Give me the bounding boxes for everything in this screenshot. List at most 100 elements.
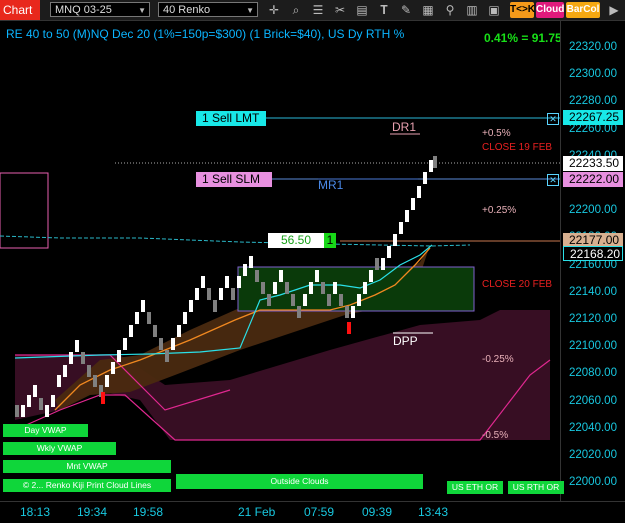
- renko-brick: [381, 258, 385, 270]
- renko-brick: [357, 294, 361, 306]
- renko-brick: [101, 392, 105, 404]
- renko-brick: [309, 282, 313, 294]
- sell-slm-order[interactable]: 1 Sell SLM: [196, 172, 272, 187]
- time-label: 21 Feb: [238, 505, 276, 519]
- renko-brick: [363, 282, 367, 294]
- renko-brick: [207, 288, 211, 300]
- renko-brick: [255, 270, 259, 282]
- renko-brick: [291, 294, 295, 306]
- renko-brick: [165, 350, 169, 362]
- renko-brick: [351, 306, 355, 318]
- renko-brick: [201, 276, 205, 288]
- us-eth-or-button[interactable]: US ETH OR: [447, 481, 503, 494]
- renko-brick: [411, 198, 415, 210]
- renko-brick: [105, 375, 109, 387]
- close-19-feb-label: CLOSE 19 FEB: [482, 142, 553, 153]
- wkly-vwap-button[interactable]: Wkly VWAP: [3, 442, 116, 455]
- renko-brick: [39, 398, 43, 410]
- renko-brick: [333, 282, 337, 294]
- dpp-label: DPP: [393, 334, 418, 348]
- renko-brick: [117, 350, 121, 362]
- price-axis-label: 22020.00: [569, 449, 617, 461]
- renko-brick: [135, 312, 139, 324]
- renko-brick: [321, 282, 325, 294]
- renko-brick: [347, 322, 351, 334]
- renko-brick: [177, 325, 181, 337]
- close-order-icon[interactable]: ✕: [547, 174, 559, 186]
- print-cloud-lines-button[interactable]: © 2... Renko Kiji Print Cloud Lines: [3, 479, 171, 492]
- renko-brick: [231, 288, 235, 300]
- sell-lmt-price-tag: 22267.25: [563, 110, 623, 125]
- renko-brick: [423, 172, 427, 184]
- renko-brick: [267, 294, 271, 306]
- plus-quarter-pct-label: +0.25%: [482, 205, 517, 216]
- time-label: 09:39: [362, 505, 393, 519]
- renko-brick: [147, 312, 151, 324]
- price-axis-label: 22300.00: [569, 68, 617, 81]
- renko-brick: [219, 288, 223, 300]
- renko-brick: [129, 325, 133, 337]
- renko-brick: [141, 300, 145, 312]
- price-axis-label: 22000.00: [569, 476, 617, 489]
- renko-brick: [297, 306, 301, 318]
- price-axis-label: 22120.00: [569, 313, 617, 325]
- renko-brick: [15, 405, 19, 417]
- renko-brick: [75, 340, 79, 352]
- renko-brick: [339, 294, 343, 306]
- mr1-label: MR1: [318, 178, 344, 192]
- price-axis-label: 22060.00: [569, 394, 617, 407]
- outside-clouds-button[interactable]: Outside Clouds: [176, 474, 423, 489]
- price-axis-label: 22100.00: [569, 340, 617, 353]
- us-rth-or-button[interactable]: US RTH OR: [508, 481, 564, 494]
- price-axis-label: 22040.00: [569, 421, 617, 434]
- renko-brick: [327, 294, 331, 306]
- current-price-tag: 22233.50: [563, 156, 623, 171]
- renko-brick: [433, 156, 437, 168]
- mnt-vwap-button[interactable]: Mnt VWAP: [3, 460, 171, 473]
- dr1-label: DR1: [392, 120, 417, 134]
- time-label: 19:58: [133, 505, 164, 519]
- minus-half-pct-label: -0.5%: [482, 430, 509, 441]
- sell-lmt-order[interactable]: 1 Sell LMT: [196, 111, 266, 126]
- time-label: 13:43: [418, 505, 449, 519]
- day-vwap-button[interactable]: Day VWAP: [3, 424, 88, 437]
- price-axis-label: 22140.00: [569, 285, 617, 298]
- renko-brick: [159, 338, 163, 350]
- renko-brick: [303, 294, 307, 306]
- renko-brick: [45, 405, 49, 417]
- time-label: 19:34: [77, 505, 108, 519]
- renko-brick: [243, 264, 247, 276]
- time-label: 18:13: [20, 505, 51, 519]
- renko-brick: [93, 375, 97, 387]
- renko-brick: [81, 352, 85, 364]
- renko-brick: [285, 282, 289, 294]
- close-order-icon[interactable]: ✕: [547, 113, 559, 125]
- renko-brick: [21, 405, 25, 417]
- renko-brick: [57, 375, 61, 387]
- renko-brick: [315, 270, 319, 282]
- renko-brick: [51, 395, 55, 407]
- renko-brick: [399, 222, 403, 234]
- pnl-value: 56.50: [268, 233, 324, 248]
- position-qty: 1: [324, 233, 336, 248]
- renko-brick: [345, 306, 349, 318]
- renko-brick: [369, 270, 373, 282]
- price-axis-label: 22320.00: [569, 41, 617, 53]
- renko-brick: [189, 300, 193, 312]
- minus-quarter-pct-label: -0.25%: [482, 354, 514, 365]
- renko-brick: [153, 325, 157, 337]
- renko-brick: [375, 258, 379, 270]
- renko-brick: [261, 282, 265, 294]
- renko-brick: [123, 338, 127, 350]
- renko-brick: [87, 365, 91, 377]
- renko-brick: [69, 352, 73, 364]
- renko-brick: [429, 160, 433, 172]
- renko-brick: [249, 256, 253, 268]
- renko-brick: [417, 186, 421, 198]
- renko-brick: [27, 395, 31, 407]
- close-20-feb-label: CLOSE 20 FEB: [482, 279, 553, 290]
- renko-brick: [393, 234, 397, 246]
- renko-brick: [405, 210, 409, 222]
- sell-slm-price-tag: 22222.00: [563, 172, 623, 187]
- time-label: 07:59: [304, 505, 335, 519]
